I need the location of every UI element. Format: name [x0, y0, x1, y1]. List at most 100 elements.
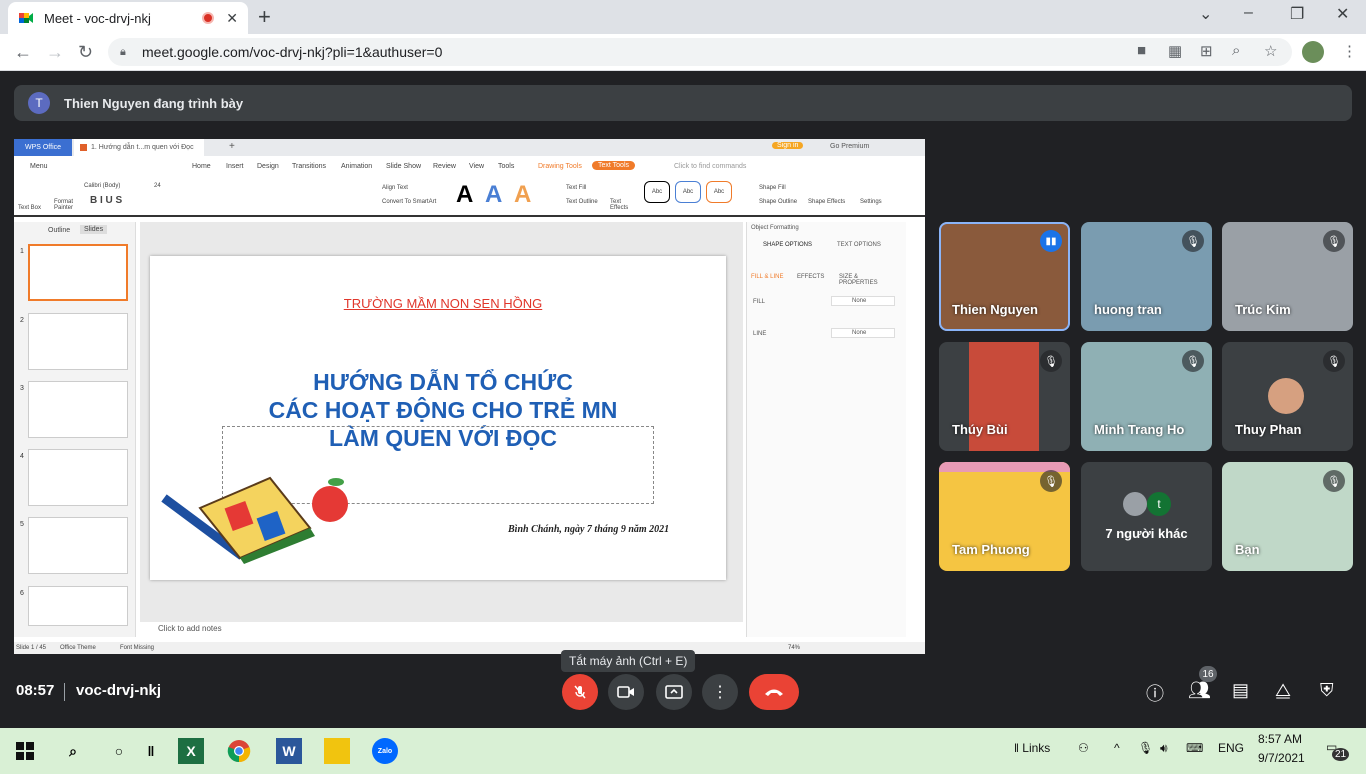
activities-icon[interactable]: ⧋	[1275, 680, 1291, 701]
camera-toggle-button[interactable]	[608, 674, 644, 710]
translate-icon[interactable]: ⊞	[1200, 42, 1213, 60]
participant-name: Tam Phuong	[952, 542, 1030, 557]
wps-tab-design: Design	[257, 163, 279, 170]
info-icon[interactable]: ⓘ	[1146, 680, 1164, 706]
wps-tab-tools: Tools	[498, 163, 515, 170]
new-tab-button[interactable]: +	[258, 4, 271, 30]
tray-keyboard-icon[interactable]: ⌨	[1186, 741, 1203, 755]
slide-school-name: TRƯỜNG MẦM NON SEN HỒNG	[343, 296, 543, 311]
mic-off-icon: 🎙︎	[1182, 350, 1204, 372]
more-options-button[interactable]: ⋮	[702, 674, 738, 710]
tray-speaker-icon[interactable]: 🔊︎	[1160, 741, 1168, 756]
tab-search-icon[interactable]: ⌄	[1199, 4, 1212, 24]
close-tab-icon[interactable]: ✕	[226, 10, 238, 27]
bookmark-star-icon[interactable]: ☆	[1264, 42, 1277, 60]
wps-tab-insert: Insert	[226, 163, 244, 170]
zalo-icon[interactable]: Zalo	[372, 738, 398, 764]
shape-options-tab: SHAPE OPTIONS	[763, 242, 813, 248]
wps-text-outline: Text Outline	[566, 199, 598, 205]
wps-menu: Menu	[30, 163, 48, 170]
host-controls-icon[interactable]: ⛨	[1320, 680, 1334, 701]
cast-icon[interactable]: ▦	[1168, 42, 1182, 60]
reload-icon[interactable]: ↻	[78, 42, 93, 63]
tab-title: Meet - voc-drvj-nkj	[44, 10, 151, 26]
people-icon[interactable]: 👥︎	[1188, 680, 1211, 701]
participant-name: Trúc Kim	[1235, 302, 1291, 317]
mic-off-icon: 🎙︎	[1323, 350, 1345, 372]
zoom-icon[interactable]: ⌕	[1232, 42, 1240, 59]
slide-title-line-1: HƯỚNG DẪN TỔ CHỨC	[313, 369, 573, 395]
wps-settings: Settings	[860, 199, 882, 205]
status-font: Font Missing	[120, 645, 155, 651]
links-label: Links	[1022, 741, 1051, 755]
search-icon[interactable]: ⌕	[60, 738, 86, 764]
wps-object-formatting-panel: Object Formatting SHAPE OPTIONS TEXT OPT…	[746, 222, 906, 637]
links-toolbar[interactable]: ‖ Links	[1014, 741, 1050, 755]
self-tile[interactable]: 🎙︎ Bạn	[1222, 462, 1353, 571]
others-tile[interactable]: t 7 người khác	[1081, 462, 1212, 571]
file-explorer-icon[interactable]	[324, 738, 350, 764]
wps-text-effects: Text Effects	[610, 199, 629, 211]
wps-font-name: Calibri (Body)	[84, 183, 121, 189]
back-icon[interactable]: ←	[14, 42, 32, 63]
tray-mic-icon[interactable]: 🎙︎	[1138, 741, 1153, 755]
close-window-button[interactable]: ✕	[1336, 4, 1349, 24]
meeting-time: 08:57	[16, 682, 55, 699]
wps-font-size: 24	[154, 183, 161, 189]
present-button[interactable]	[656, 674, 692, 710]
word-icon[interactable]: W	[276, 738, 302, 764]
participant-name: Thien Nguyen	[952, 302, 1038, 317]
camera-tooltip: Tắt máy ảnh (Ctrl + E)	[561, 650, 696, 672]
participant-tile[interactable]: 🎙︎ huong tran	[1081, 222, 1212, 331]
participant-tile[interactable]: 🎙︎ Minh Trang Ho	[1081, 342, 1212, 451]
presenter-banner: T Thien Nguyen đang trình bày	[14, 85, 1352, 121]
people-tray-icon[interactable]: ⚇	[1078, 741, 1089, 755]
participant-tile[interactable]: 🎙︎ Trúc Kim	[1222, 222, 1353, 331]
participant-tile[interactable]: 🎙︎ Thúy Bùi	[939, 342, 1070, 451]
wps-ribbon: Text Box Format Painter Calibri (Body) 2…	[14, 175, 925, 217]
wps-text-style-blue: A	[485, 181, 503, 208]
slide-thumb-6	[28, 586, 128, 626]
profile-avatar[interactable]	[1302, 41, 1324, 63]
wps-doc-tab: 1. Hướng dẫn t...m quen với Đọc	[74, 139, 204, 156]
tray-clock-time[interactable]: 8:57 AM	[1258, 732, 1302, 746]
chat-icon[interactable]: ▤	[1232, 680, 1249, 701]
minimize-button[interactable]: –	[1244, 4, 1253, 22]
wps-bold-icon: B I U S	[90, 195, 123, 206]
mic-off-icon: 🎙︎	[1323, 230, 1345, 252]
wps-text-style-orange: A	[514, 181, 532, 208]
leave-call-button[interactable]	[749, 674, 799, 710]
slide-title-line-2: CÁC HOẠT ĐỘNG CHO TRẺ MN	[268, 397, 618, 423]
menu-dots-icon[interactable]: ⋮	[1342, 42, 1357, 60]
maximize-button[interactable]: ❐	[1290, 4, 1304, 24]
chrome-icon[interactable]	[226, 738, 252, 764]
meet-favicon-icon	[18, 10, 34, 26]
forward-icon[interactable]: →	[46, 42, 64, 63]
tray-clock-date[interactable]: 9/7/2021	[1258, 751, 1305, 765]
tray-chevron-icon[interactable]: ^	[1114, 741, 1120, 755]
line-label: LINE	[753, 331, 767, 337]
mic-off-icon: 🎙︎	[1040, 350, 1062, 372]
mic-toggle-button[interactable]	[562, 674, 598, 710]
mic-off-icon: 🎙︎	[1040, 470, 1062, 492]
wps-find-commands: Click to find commands	[674, 163, 747, 170]
others-label: 7 người khác	[1105, 526, 1188, 541]
wps-align-text: Align Text	[382, 185, 408, 191]
participant-tile[interactable]: 🎙︎ Tam Phuong	[939, 462, 1070, 571]
wps-doc-tab-label: 1. Hướng dẫn t...m quen với Đọc	[91, 144, 194, 151]
object-formatting-title: Object Formatting	[751, 225, 799, 231]
presenter-text: Thien Nguyen đang trình bày	[64, 95, 244, 111]
browser-tab[interactable]: Meet - voc-drvj-nkj ✕	[8, 2, 248, 34]
participant-tile[interactable]: 🎙︎ Thuy Phan	[1222, 342, 1353, 451]
camera-icon[interactable]: ■	[1137, 42, 1146, 59]
fill-line-tab: FILL & LINE	[751, 274, 784, 280]
url-field[interactable]: 🔒︎ meet.google.com/voc-drvj-nkj?pli=1&au…	[108, 38, 1292, 66]
slide-number-3: 3	[20, 385, 24, 392]
excel-icon[interactable]: X	[178, 738, 204, 764]
cortana-icon[interactable]: ○	[106, 738, 132, 764]
task-view-icon[interactable]: ‖	[138, 738, 164, 764]
tray-language[interactable]: ENG	[1218, 741, 1244, 755]
participant-tile[interactable]: ▮▮ Thien Nguyen	[939, 222, 1070, 331]
windows-start-icon[interactable]	[12, 738, 38, 764]
text-options-tab: TEXT OPTIONS	[837, 242, 881, 248]
